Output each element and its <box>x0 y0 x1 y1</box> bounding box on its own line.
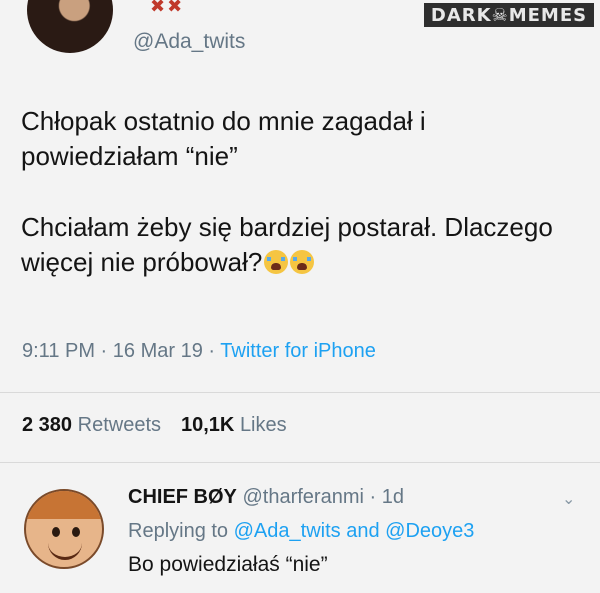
watermark: DARK☠MEMES <box>424 3 594 27</box>
reply-body: Bo powiedziałaś “nie” <box>128 553 328 576</box>
author-avatar[interactable] <box>27 0 113 53</box>
tweet-paragraph-2: Chciałam żeby się bardziej postarał. Dla… <box>21 210 581 280</box>
meta-separator: · <box>202 340 221 362</box>
mention-and: and <box>346 520 380 542</box>
likes-label: Likes <box>239 414 287 436</box>
tweet-date[interactable]: 16 Mar 19 <box>113 340 203 362</box>
crying-face-icon <box>290 250 315 274</box>
replying-to: Replying to @Ada_twits and @Deoye3 <box>128 520 474 543</box>
avatar-eye <box>72 527 80 537</box>
tweet-time: 9:11 PM <box>22 340 95 362</box>
likes-count: 10,1K <box>181 414 235 436</box>
reply-author-name[interactable]: CHIEF BØY <box>128 486 237 508</box>
crying-face-icon <box>264 250 289 274</box>
tweet-paragraph-2-text: Chciałam żeby się bardziej postarał. Dla… <box>21 212 553 277</box>
reply-header: CHIEF BØY @tharferanmi · 1d <box>128 486 404 509</box>
divider <box>0 462 600 463</box>
retweets-label: Retweets <box>77 414 161 436</box>
retweets-stat[interactable]: 2 380 Retweets <box>22 414 161 436</box>
chevron-down-icon[interactable]: ⌄ <box>562 489 575 509</box>
tweet-source-link[interactable]: Twitter for iPhone <box>220 340 376 362</box>
meta-separator: · <box>95 340 113 362</box>
avatar-mouth <box>48 543 82 560</box>
mention-link[interactable]: @Ada_twits <box>234 520 341 542</box>
tweet-meta: 9:11 PM · 16 Mar 19 · Twitter for iPhone <box>22 340 376 363</box>
mention-link[interactable]: @Deoye3 <box>385 520 474 542</box>
reply-age[interactable]: 1d <box>382 486 404 508</box>
avatar-eye <box>52 527 60 537</box>
flag-icon: ✖✖ <box>150 0 185 16</box>
tweet-stats: 2 380 Retweets 10,1K Likes <box>22 414 287 437</box>
divider <box>0 392 600 393</box>
avatar-hair <box>26 491 102 519</box>
replying-prefix: Replying to <box>128 520 229 542</box>
retweets-count: 2 380 <box>22 414 73 436</box>
likes-stat[interactable]: 10,1K Likes <box>181 414 287 436</box>
tweet-body: Chłopak ostatnio do mnie zagadał i powie… <box>21 104 581 280</box>
meta-separator: · <box>363 486 382 508</box>
tweet-paragraph-1: Chłopak ostatnio do mnie zagadał i powie… <box>21 106 426 171</box>
reply-author-handle[interactable]: @tharferanmi <box>242 486 363 508</box>
author-handle[interactable]: @Ada_twits <box>133 30 245 54</box>
reply-avatar[interactable] <box>24 489 104 569</box>
